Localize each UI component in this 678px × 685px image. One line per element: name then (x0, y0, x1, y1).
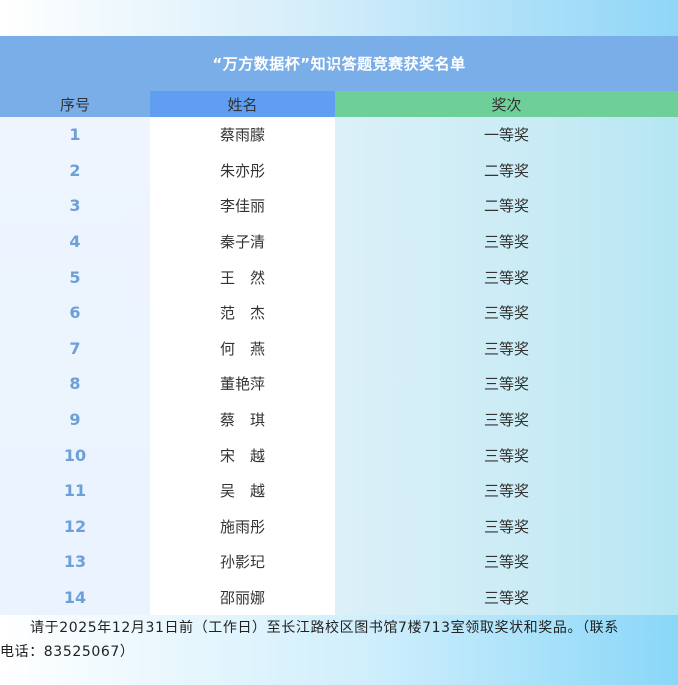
row-number: 6 (69, 303, 81, 323)
row-number: 9 (69, 410, 81, 430)
top-gradient-band (0, 0, 678, 36)
row-number: 5 (69, 267, 81, 287)
header-name: 姓名 (150, 91, 335, 117)
row-number: 11 (63, 481, 87, 501)
winners-table: 1 2 3 4 5 6 7 8 9 10 11 12 13 14 蔡雨朦 朱亦彤… (0, 117, 678, 615)
row-number: 10 (63, 445, 87, 465)
row-prize: 二等奖 (483, 197, 529, 216)
row-name: 朱亦彤 (219, 161, 265, 180)
collection-notice: 请于2025年12月31日前（工作日）至长江路校区图书馆7楼713室领取奖状和奖… (0, 616, 678, 664)
row-name: 宋 越 (219, 446, 265, 465)
row-number: 8 (69, 374, 81, 394)
row-name: 蔡 琪 (219, 411, 265, 430)
row-prize: 三等奖 (483, 482, 529, 501)
row-number: 12 (63, 516, 87, 536)
row-prize: 三等奖 (483, 589, 529, 608)
row-prize: 三等奖 (483, 339, 529, 358)
row-number: 1 (69, 125, 81, 145)
row-prize: 三等奖 (483, 375, 529, 394)
row-prize: 一等奖 (483, 126, 529, 145)
row-name: 蔡雨朦 (219, 126, 265, 145)
prize-column: 一等奖 二等奖 二等奖 三等奖 三等奖 三等奖 三等奖 三等奖 三等奖 三等奖 … (335, 117, 678, 615)
table-header: 序号 姓名 奖次 (0, 91, 678, 117)
row-prize: 三等奖 (483, 553, 529, 572)
row-name: 何 燕 (219, 339, 265, 358)
notice-line-2: 电话：83525067） (0, 644, 135, 660)
number-column: 1 2 3 4 5 6 7 8 9 10 11 12 13 14 (0, 117, 150, 615)
row-prize: 三等奖 (483, 411, 529, 430)
row-name: 范 杰 (219, 304, 265, 323)
title-text: “万方数据杯”知识答题竞赛获奖名单 (212, 55, 466, 73)
row-name: 董艳萍 (219, 375, 265, 394)
row-number: 13 (63, 552, 87, 572)
row-prize: 三等奖 (483, 446, 529, 465)
row-name: 秦子清 (219, 233, 265, 252)
row-prize: 三等奖 (483, 233, 529, 252)
row-number: 7 (69, 338, 81, 358)
row-number: 14 (63, 588, 87, 608)
row-name: 李佳丽 (219, 197, 265, 216)
row-name: 邵丽娜 (219, 589, 265, 608)
row-prize: 二等奖 (483, 161, 529, 180)
row-name: 施雨彤 (219, 517, 265, 536)
row-number: 4 (69, 232, 81, 252)
header-prize: 奖次 (335, 91, 678, 117)
notice-line-1: 请于2025年12月31日前（工作日）至长江路校区图书馆7楼713室领取奖状和奖… (30, 620, 619, 636)
row-name: 王 然 (219, 268, 265, 287)
row-prize: 三等奖 (483, 304, 529, 323)
header-number: 序号 (0, 91, 150, 117)
row-number: 2 (69, 160, 81, 180)
row-name: 吴 越 (219, 482, 265, 501)
row-name: 孙影玘 (219, 553, 265, 572)
row-prize: 三等奖 (483, 517, 529, 536)
name-column: 蔡雨朦 朱亦彤 李佳丽 秦子清 王 然 范 杰 何 燕 董艳萍 蔡 琪 宋 越 … (150, 117, 335, 615)
row-prize: 三等奖 (483, 268, 529, 287)
page-title: “万方数据杯”知识答题竞赛获奖名单 (0, 36, 678, 91)
row-number: 3 (69, 196, 81, 216)
